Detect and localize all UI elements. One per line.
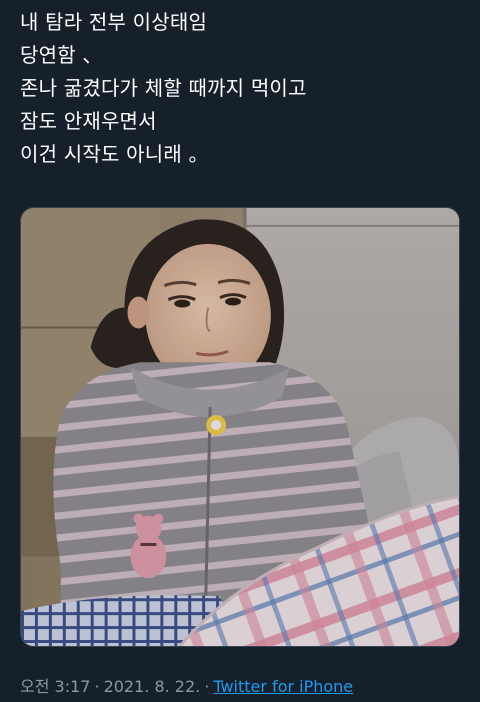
meta-separator: · <box>94 677 100 696</box>
tweet: 내 탐라 전부 이상태임 당연함 、 존나 굶겼다가 체할 때까지 먹이고 잠도… <box>0 0 480 702</box>
photo-image <box>21 208 459 646</box>
meta-separator: · <box>204 677 210 696</box>
tweet-meta: 오전 3:17 · 2021. 8. 22. · Twitter for iPhone <box>20 676 353 698</box>
tweet-time[interactable]: 오전 3:17 <box>20 677 90 696</box>
tweet-photo[interactable] <box>20 207 460 647</box>
tweet-text-line: 내 탐라 전부 이상태임 <box>20 10 208 34</box>
tweet-text-line: 잠도 안재우면서 <box>20 109 157 133</box>
tweet-text-line: 이건 시작도 아니래 。 <box>20 142 209 166</box>
tweet-text: 내 탐라 전부 이상태임 당연함 、 존나 굶겼다가 체할 때까지 먹이고 잠도… <box>20 6 460 171</box>
tweet-text-line: 당연함 、 <box>20 43 103 67</box>
tweet-date[interactable]: 2021. 8. 22. <box>104 677 201 696</box>
tweet-text-line: 존나 굶겼다가 체할 때까지 먹이고 <box>20 76 307 100</box>
tweet-source-link[interactable]: Twitter for iPhone <box>213 677 353 696</box>
